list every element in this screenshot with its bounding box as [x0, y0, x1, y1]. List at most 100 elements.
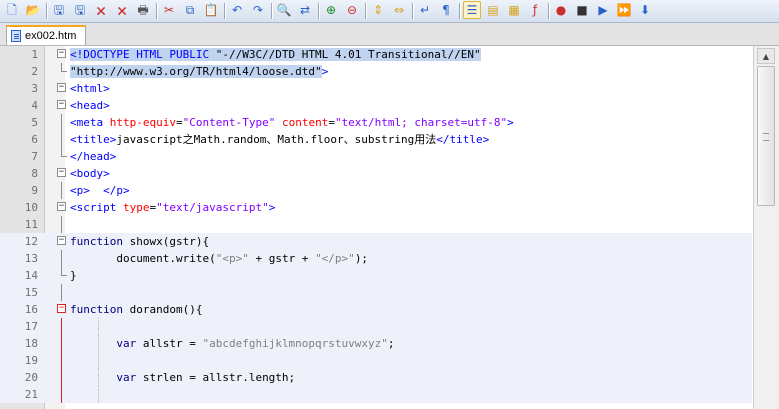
- code-token: =: [328, 116, 335, 129]
- code-token: document.write(: [70, 252, 216, 265]
- indent-guide-icon[interactable]: ☰: [463, 1, 481, 19]
- save-all-icon[interactable]: 🖫: [71, 1, 89, 19]
- code-text: <p> </p>: [70, 184, 130, 197]
- sync-vertical-icon[interactable]: ⇕: [369, 1, 387, 19]
- close-all-icon[interactable]: 🗙: [113, 1, 131, 19]
- fold-line: [61, 335, 62, 352]
- stop-macro-icon[interactable]: ■: [573, 1, 591, 19]
- vertical-scrollbar[interactable]: ▲: [753, 46, 779, 409]
- save-macro-icon[interactable]: ⬇: [636, 1, 654, 19]
- copy-icon[interactable]: ⧉: [181, 1, 199, 19]
- code-line[interactable]: 9 <p> </p>: [0, 182, 752, 199]
- code-token: </head>: [70, 150, 117, 163]
- code-token: "</p>": [315, 252, 355, 265]
- fold-line: [61, 131, 62, 148]
- new-file-icon[interactable]: 🗋: [3, 1, 21, 19]
- show-all-chars-icon[interactable]: ¶: [437, 1, 455, 19]
- code-text: <meta http-equiv="Content-Type" content=…: [70, 116, 514, 129]
- code-line[interactable]: 17: [0, 318, 752, 335]
- cut-icon[interactable]: ✂: [160, 1, 178, 19]
- fold-toggle-icon[interactable]: −: [57, 83, 66, 92]
- code-text: </head>: [70, 150, 116, 163]
- code-text: function showx(gstr){: [70, 235, 209, 248]
- code-token: dorandom(){: [122, 303, 203, 316]
- code-line[interactable]: 8 − <body>: [0, 165, 752, 182]
- code-line[interactable]: 2 "http://www.w3.org/TR/html4/loose.dtd">: [0, 63, 752, 80]
- tab-ex002[interactable]: ex002.htm: [6, 25, 86, 45]
- code-line[interactable]: 14}: [0, 267, 752, 284]
- sync-horizontal-icon[interactable]: ⇔: [390, 1, 408, 19]
- code-token: ;: [387, 337, 395, 350]
- fold-toggle-icon[interactable]: −: [57, 202, 66, 211]
- code-line[interactable]: 11: [0, 216, 752, 233]
- code-editor[interactable]: 1− <!DOCTYPE HTML PUBLIC "-//W3C//DTD HTM…: [0, 46, 779, 409]
- fold-toggle-icon[interactable]: −: [57, 100, 66, 109]
- code-token: "abcdefghijklmnopqrstuvwxyz": [202, 337, 388, 350]
- play-macro-icon[interactable]: ▶: [594, 1, 612, 19]
- print-icon[interactable]: 🖶: [134, 1, 152, 19]
- code-line[interactable]: 15: [0, 284, 752, 301]
- scrollbar-thumb[interactable]: [757, 66, 775, 206]
- tab-bar: ex002.htm: [0, 23, 779, 46]
- fold-toggle-icon[interactable]: −: [57, 236, 66, 245]
- word-wrap-icon[interactable]: ↵: [416, 1, 434, 19]
- replace-icon[interactable]: ⇄: [296, 1, 314, 19]
- doc-map-icon[interactable]: ▦: [505, 1, 523, 19]
- play-macro-multiple-icon[interactable]: ⏩: [615, 1, 633, 19]
- code-lines: 1− <!DOCTYPE HTML PUBLIC "-//W3C//DTD HTM…: [0, 46, 752, 403]
- undo-icon[interactable]: ↶: [228, 1, 246, 19]
- code-line[interactable]: 19: [0, 352, 752, 369]
- code-token: =: [175, 116, 183, 129]
- code-token: }: [70, 269, 77, 282]
- zoom-in-icon[interactable]: ⊕: [322, 1, 340, 19]
- redo-icon[interactable]: ↷: [249, 1, 267, 19]
- fold-toggle-icon[interactable]: −: [57, 304, 66, 313]
- code-token: "text/javascript": [156, 201, 269, 214]
- save-icon[interactable]: 🖫: [50, 1, 68, 19]
- code-line[interactable]: 12 − function showx(gstr){: [0, 233, 752, 250]
- scroll-up-icon[interactable]: ▲: [757, 48, 775, 64]
- code-line[interactable]: 1 − <!DOCTYPE HTML PUBLIC "-//W3C//DTD HTM…: [0, 46, 752, 63]
- code-line[interactable]: 6 <title>javascript之Math.random、Math.floo…: [0, 131, 752, 148]
- user-language-icon[interactable]: ▤: [484, 1, 502, 19]
- code-line[interactable]: 3 − <html>: [0, 80, 752, 97]
- fold-toggle-icon[interactable]: −: [57, 168, 66, 177]
- zoom-out-icon[interactable]: ⊖: [343, 1, 361, 19]
- code-line[interactable]: 5 <meta http-equiv="Content-Type" content…: [0, 114, 752, 131]
- fold-toggle-icon[interactable]: −: [57, 49, 66, 58]
- indent-guide: [98, 386, 100, 403]
- code-line[interactable]: 10 − <script type="text/javascript">: [0, 199, 752, 216]
- code-line[interactable]: 4 − <head>: [0, 97, 752, 114]
- fold-line: [61, 352, 62, 369]
- indent-guide: [98, 352, 100, 369]
- line-number: 16: [24, 303, 38, 316]
- open-file-icon[interactable]: 📂: [24, 1, 42, 19]
- function-list-icon[interactable]: ƒ: [526, 1, 544, 19]
- line-number: 19: [24, 354, 38, 367]
- code-line[interactable]: 7 </head>: [0, 148, 752, 165]
- code-token: function: [70, 303, 123, 316]
- code-line[interactable]: 13 document.write("<p>" + gstr + "</p>")…: [0, 250, 752, 267]
- line-number: 14: [24, 269, 38, 282]
- code-line[interactable]: 16 − function dorandom(){: [0, 301, 752, 318]
- fold-line: [61, 182, 62, 199]
- code-token: allstr =: [136, 337, 203, 350]
- record-macro-icon[interactable]: ●: [552, 1, 570, 19]
- code-token: "http://www.w3.org/TR/html4/loose.dtd": [70, 65, 322, 78]
- code-line[interactable]: 21: [0, 386, 752, 403]
- find-icon[interactable]: 🔍: [275, 1, 293, 19]
- toolbar: 🗋 📂 🖫 🖫 🗙 🗙 🖶 ✂ ⧉ 📋 ↶ ↷ 🔍 ⇄ ⊕ ⊖ ⇕ ⇔ ↵ ¶ ☰ ▤ ▦ ƒ ● ■ ▶ ⏩ ⬇: [0, 0, 779, 23]
- line-number: 21: [24, 388, 38, 401]
- code-token: <!DOCTYPE HTML PUBLIC: [70, 48, 216, 61]
- paste-icon[interactable]: 📋: [202, 1, 220, 19]
- code-line[interactable]: 18 var allstr = "abcdefghijklmnopqrstuvw…: [0, 335, 752, 352]
- scrollbar-grip-icon: [763, 133, 769, 141]
- close-icon[interactable]: 🗙: [92, 1, 110, 19]
- code-token: <head>: [70, 99, 110, 112]
- line-number: 12: [24, 235, 38, 248]
- code-line[interactable]: 20 var strlen = allstr.length;: [0, 369, 752, 386]
- code-token: javascript之Math.random、Math.floor、substr…: [116, 133, 437, 146]
- code-text: document.write("<p>" + gstr + "</p>");: [70, 252, 368, 265]
